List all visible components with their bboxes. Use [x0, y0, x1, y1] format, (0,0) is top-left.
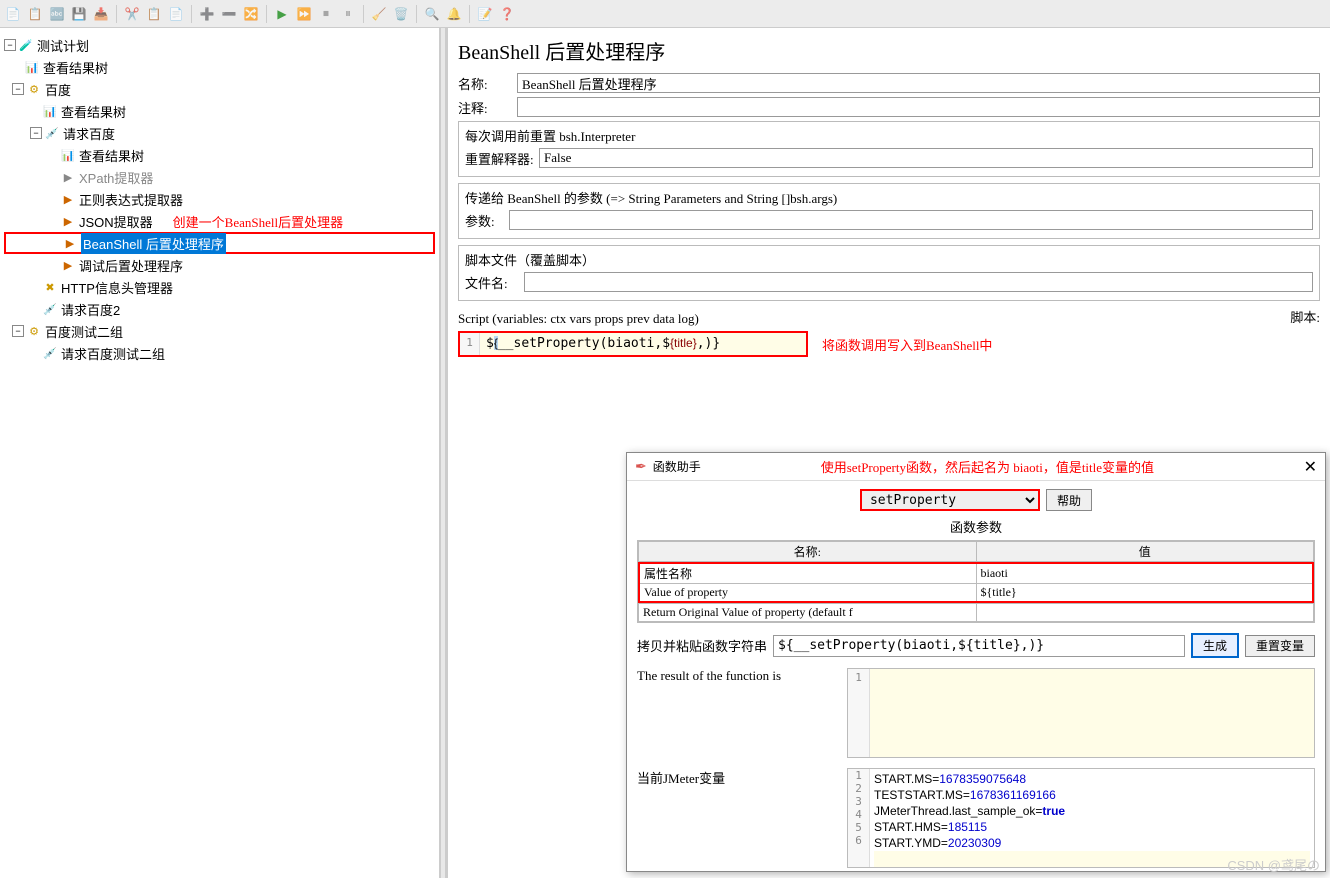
tree-item[interactable]: 💉请求百度测试二组 [4, 342, 435, 364]
params-group: 传递给 BeanShell 的参数 (=> String Parameters … [458, 183, 1320, 239]
function-helper-dialog: ✒ 函数助手 使用setProperty函数，然后起名为 biaoti，值是ti… [626, 452, 1326, 872]
save-as-icon[interactable]: 📥 [92, 5, 110, 23]
annotation-3: 使用setProperty函数，然后起名为 biaoti，值是title变量的值 [821, 457, 1154, 476]
params-table: 名称:值 [638, 541, 1314, 562]
file-input[interactable] [524, 272, 1313, 292]
reset-vars-button[interactable]: 重置变量 [1245, 635, 1315, 657]
result-box[interactable]: 1 [847, 668, 1315, 758]
paste-icon[interactable]: 📄 [167, 5, 185, 23]
dialog-titlebar[interactable]: ✒ 函数助手 使用setProperty函数，然后起名为 biaoti，值是ti… [627, 453, 1325, 481]
name-input[interactable] [517, 73, 1320, 93]
params-rows[interactable]: 属性名称biaoti Value of property${title} [638, 562, 1314, 603]
tree-item[interactable]: ▶XPath提取器 [4, 166, 435, 188]
tree-item[interactable]: 💉请求百度2 [4, 298, 435, 320]
clear-icon[interactable]: 🧹 [370, 5, 388, 23]
params-section-title: 函数参数 [637, 517, 1315, 536]
vars-box[interactable]: 123456 START.MS=1678359075648 TESTSTART.… [847, 768, 1315, 868]
col-name: 名称: [639, 542, 977, 562]
tree-panel: −🧪测试计划 📊查看结果树 −⚙百度 📊查看结果树 −💉请求百度 📊查看结果树 … [0, 28, 440, 878]
shutdown-icon[interactable]: ⏸ [339, 5, 357, 23]
tree-item[interactable]: −⚙百度测试二组 [4, 320, 435, 342]
cut-icon[interactable]: ✂️ [123, 5, 141, 23]
help-button[interactable]: 帮助 [1046, 489, 1092, 511]
tree-root[interactable]: −🧪测试计划 [4, 34, 435, 56]
function-helper-icon[interactable]: 📝 [476, 5, 494, 23]
stop-icon[interactable]: ⏹ [317, 5, 335, 23]
tree-item[interactable]: 📊查看结果树 [4, 56, 435, 78]
reset-group: 每次调用前重置 bsh.Interpreter 重置解释器: [458, 121, 1320, 177]
help-icon[interactable]: ❓ [498, 5, 516, 23]
feather-icon: ✒ [635, 458, 647, 475]
file-label: 文件名: [465, 273, 520, 292]
save-icon[interactable]: 💾 [70, 5, 88, 23]
copy-icon[interactable]: 📋 [145, 5, 163, 23]
file-group: 脚本文件（覆盖脚本） 文件名: [458, 245, 1320, 301]
toggle-icon[interactable]: 🔀 [242, 5, 260, 23]
vars-label: 当前JMeter变量 [637, 768, 837, 868]
comment-input[interactable] [517, 97, 1320, 117]
tree-item[interactable]: −💉请求百度 [4, 122, 435, 144]
tree-item[interactable]: ✖HTTP信息头管理器 [4, 276, 435, 298]
annotation-2: 将函数调用写入到BeanShell中 [822, 335, 992, 354]
tree-item[interactable]: 📊查看结果树 [4, 144, 435, 166]
tree-item[interactable]: ▶调试后置处理程序 [4, 254, 435, 276]
run-no-pause-icon[interactable]: ⏩ [295, 5, 313, 23]
new-icon[interactable]: 📄 [4, 5, 22, 23]
toolbar: 📄 📋 🔤 💾 📥 ✂️ 📋 📄 ➕ ➖ 🔀 ▶ ⏩ ⏹ ⏸ 🧹 🗑️ 🔍 🔔 … [0, 0, 1330, 28]
script-right-label: 脚本: [1290, 307, 1320, 331]
collapse-icon[interactable]: ➖ [220, 5, 238, 23]
expand-icon[interactable]: ➕ [198, 5, 216, 23]
tree-item-selected[interactable]: ▶BeanShell 后置处理程序 [4, 232, 435, 254]
search-icon[interactable]: 🔍 [423, 5, 441, 23]
clear-all-icon[interactable]: 🗑️ [392, 5, 410, 23]
reset-label: 重置解释器: [465, 149, 535, 168]
copy-label: 拷贝并粘贴函数字符串 [637, 636, 767, 655]
params-label: 参数: [465, 211, 505, 230]
col-value: 值 [976, 542, 1314, 562]
close-icon[interactable]: ✕ [1304, 457, 1317, 477]
script-label: Script (variables: ctx vars props prev d… [458, 311, 699, 327]
run-icon[interactable]: ▶ [273, 5, 291, 23]
generate-button[interactable]: 生成 [1191, 633, 1239, 658]
script-editor[interactable]: 1 ${__setProperty(biaoti,${title},)} [458, 331, 808, 357]
reset-search-icon[interactable]: 🔔 [445, 5, 463, 23]
template-icon[interactable]: 📋 [26, 5, 44, 23]
function-select[interactable]: setProperty [860, 489, 1040, 511]
tree-item[interactable]: ▶JSON提取器创建一个BeanShell后置处理器 [4, 210, 435, 232]
page-title: BeanShell 后置处理程序 [458, 36, 1320, 65]
result-label: The result of the function is [637, 668, 837, 758]
name-label: 名称: [458, 74, 513, 93]
comment-label: 注释: [458, 98, 513, 117]
open-icon[interactable]: 🔤 [48, 5, 66, 23]
params-input[interactable] [509, 210, 1313, 230]
reset-input[interactable] [539, 148, 1313, 168]
tree-item[interactable]: −⚙百度 [4, 78, 435, 100]
tree-item[interactable]: ▶正则表达式提取器 [4, 188, 435, 210]
watermark: CSDN @鸢尾の [1227, 855, 1320, 874]
copy-input[interactable] [773, 635, 1185, 657]
tree-item[interactable]: 📊查看结果树 [4, 100, 435, 122]
dialog-title-text: 函数助手 [653, 458, 701, 475]
